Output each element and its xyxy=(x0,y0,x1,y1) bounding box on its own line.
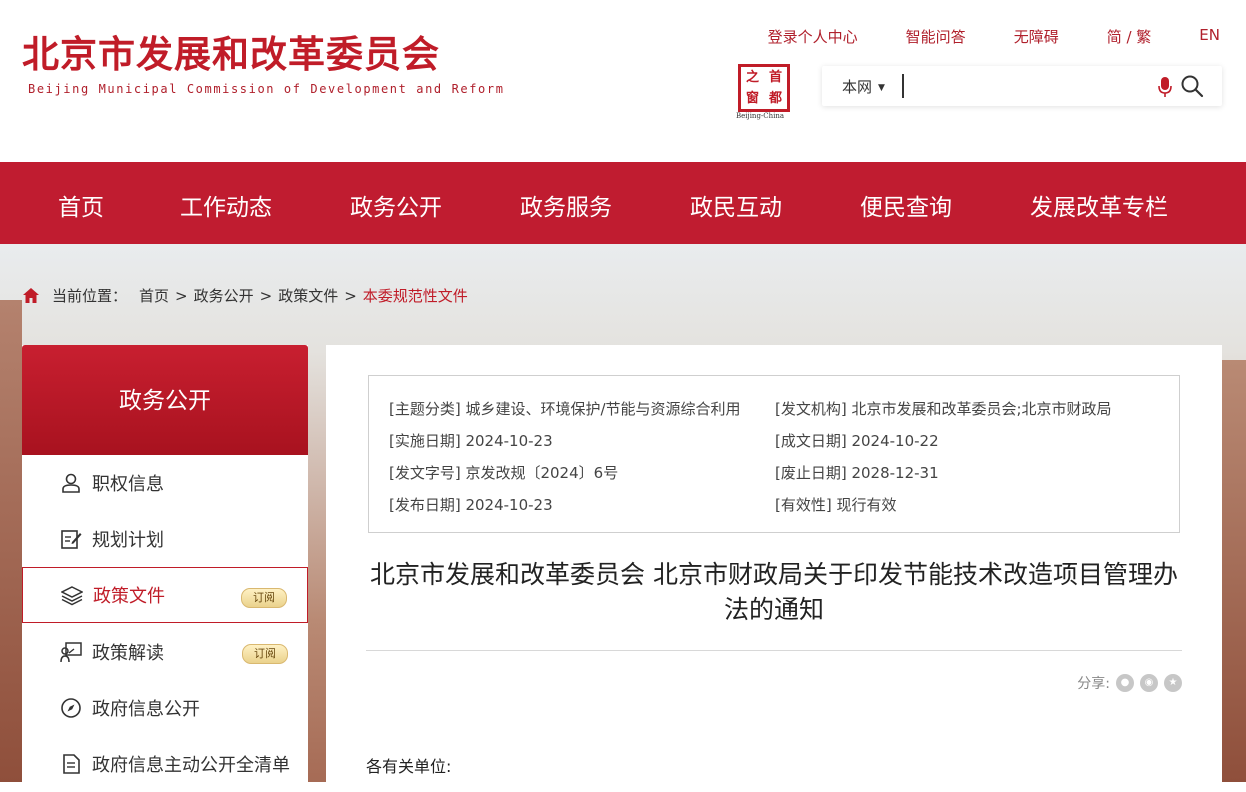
seal-char: 之 xyxy=(745,70,759,85)
sidebar-item-label: 规划计划 xyxy=(92,530,164,551)
breadcrumb-home[interactable]: 首页 xyxy=(139,285,169,306)
seal-caption: Beijing-China xyxy=(736,112,785,120)
search-icon[interactable] xyxy=(1180,74,1204,98)
nav-item-home[interactable]: 首页 xyxy=(58,188,104,222)
breadcrumb-policy-documents[interactable]: 政策文件 xyxy=(278,285,338,306)
subscribe-badge[interactable]: 订阅 xyxy=(242,644,288,664)
sidebar-item-label: 职权信息 xyxy=(92,474,164,495)
meta-doc-number: [发文字号] 京发改规〔2024〕6号 xyxy=(389,464,619,482)
person-icon xyxy=(62,473,80,493)
sidebar-item-planning[interactable]: 规划计划 xyxy=(22,511,308,567)
search-input[interactable] xyxy=(908,72,1152,102)
meta-written-date: [成文日期] 2024-10-22 xyxy=(775,432,939,450)
nav-item-public-query[interactable]: 便民查询 xyxy=(860,188,952,222)
layers-icon xyxy=(61,586,83,606)
sidebar-title: 政务公开 xyxy=(22,345,308,455)
english-link[interactable]: EN xyxy=(1199,26,1220,47)
capital-window-seal-logo[interactable]: 之 首 窗 都 xyxy=(738,64,790,112)
meta-publish-date: [发布日期] 2024-10-23 xyxy=(389,496,553,514)
breadcrumb-separator: > xyxy=(175,286,188,305)
meta-effective-date: [实施日期] 2024-10-23 xyxy=(389,432,553,450)
smart-qa-link[interactable]: 智能问答 xyxy=(906,26,966,47)
breadcrumb-separator: > xyxy=(344,286,357,305)
document-metadata-table: [主题分类] 城乡建设、环境保护/节能与资源综合利用 [发文机构] 北京市发展和… xyxy=(368,375,1180,533)
nav-item-government-affairs[interactable]: 政务公开 xyxy=(350,188,442,222)
edit-doc-icon xyxy=(61,530,82,549)
nav-item-reform-column[interactable]: 发展改革专栏 xyxy=(1030,188,1168,222)
breadcrumb: 当前位置： 首页 > 政务公开 > 政策文件 > 本委规范性文件 xyxy=(22,285,468,306)
favorite-share-icon[interactable]: ★ xyxy=(1164,674,1182,692)
sidebar-item-disclosure-list[interactable]: 政府信息主动公开全清单 xyxy=(22,736,308,792)
search-box: 本网 ▼ xyxy=(822,66,1222,106)
background-roof-right xyxy=(1222,360,1246,782)
sidebar: 政务公开 职权信息 规划计划 政策文件 订阅 政策解读 订阅 政府信息公开 政府… xyxy=(22,345,308,782)
breadcrumb-separator: > xyxy=(259,286,273,305)
language-toggle-link[interactable]: 简 / 繁 xyxy=(1107,26,1152,47)
nav-item-public-interaction[interactable]: 政民互动 xyxy=(690,188,782,222)
seal-char: 首 xyxy=(768,70,782,85)
wechat-share-icon[interactable]: ● xyxy=(1116,674,1134,692)
seal-char: 都 xyxy=(768,91,782,106)
breadcrumb-government-affairs[interactable]: 政务公开 xyxy=(194,285,254,306)
accessibility-link[interactable]: 无障碍 xyxy=(1014,26,1059,47)
main-nav: 首页 工作动态 政务公开 政务服务 政民互动 便民查询 发展改革专栏 xyxy=(0,162,1246,244)
subscribe-badge[interactable]: 订阅 xyxy=(241,588,287,608)
login-link[interactable]: 登录个人中心 xyxy=(768,26,858,47)
breadcrumb-prefix: 当前位置： xyxy=(52,287,128,305)
meta-expiry-date: [废止日期] 2028-12-31 xyxy=(775,464,939,482)
sidebar-item-information-disclosure[interactable]: 政府信息公开 xyxy=(22,680,308,736)
caret-down-icon: ▼ xyxy=(878,83,885,93)
home-icon[interactable] xyxy=(22,287,40,304)
sidebar-item-label: 政策文件 xyxy=(93,586,165,607)
document-icon xyxy=(63,754,80,774)
site-header: 北京市发展和改革委员会 Beijing Municipal Commission… xyxy=(0,0,1246,162)
nav-item-government-services[interactable]: 政务服务 xyxy=(520,188,612,222)
document-title: 北京市发展和改革委员会 北京市财政局关于印发节能技术改造项目管理办法的通知 xyxy=(370,560,1178,624)
sidebar-item-label: 政府信息主动公开全清单 xyxy=(92,755,290,776)
sidebar-item-policy-interpretation[interactable]: 政策解读 订阅 xyxy=(22,624,308,680)
top-links: 登录个人中心 智能问答 无障碍 简 / 繁 EN xyxy=(720,26,1220,47)
site-title[interactable]: 北京市发展和改革委员会 xyxy=(22,24,440,78)
article-salutation: 各有关单位: xyxy=(366,757,452,776)
share-bar: 分享: ● ◉ ★ xyxy=(1077,673,1182,693)
sidebar-item-label: 政府信息公开 xyxy=(92,699,200,720)
weibo-share-icon[interactable]: ◉ xyxy=(1140,674,1158,692)
text-cursor xyxy=(902,74,904,98)
microphone-icon[interactable] xyxy=(1158,76,1172,98)
site-subtitle: Beijing Municipal Commission of Developm… xyxy=(28,82,505,96)
sidebar-item-policy-documents[interactable]: 政策文件 订阅 xyxy=(22,567,308,623)
nav-item-work-news[interactable]: 工作动态 xyxy=(180,188,272,222)
title-divider xyxy=(366,650,1182,651)
seal-char: 窗 xyxy=(745,91,759,106)
presenter-icon xyxy=(60,642,82,663)
breadcrumb-current[interactable]: 本委规范性文件 xyxy=(363,285,468,306)
sidebar-item-authority-info[interactable]: 职权信息 xyxy=(22,455,308,511)
meta-issuer: [发文机构] 北京市发展和改革委员会;北京市财政局 xyxy=(775,400,1112,418)
share-label: 分享: xyxy=(1077,676,1110,692)
compass-icon xyxy=(61,698,81,718)
article-panel: [主题分类] 城乡建设、环境保护/节能与资源综合利用 [发文机构] 北京市发展和… xyxy=(326,345,1222,782)
background-roof-left xyxy=(0,300,22,782)
search-scope-label: 本网 xyxy=(842,78,873,96)
meta-topic: [主题分类] 城乡建设、环境保护/节能与资源综合利用 xyxy=(389,400,741,418)
meta-validity: [有效性] 现行有效 xyxy=(775,496,897,514)
search-scope-dropdown[interactable]: 本网 ▼ xyxy=(842,76,885,97)
sidebar-item-label: 政策解读 xyxy=(92,643,164,664)
